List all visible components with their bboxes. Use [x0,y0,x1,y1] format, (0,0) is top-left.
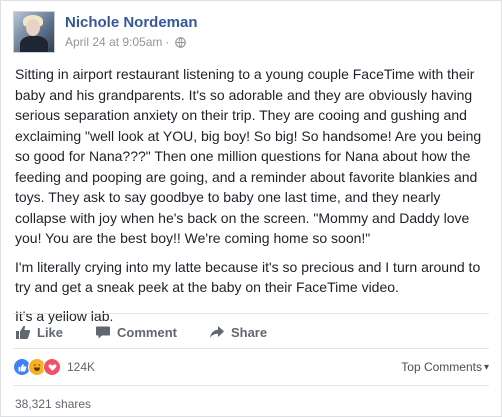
share-button[interactable]: Share [209,324,267,340]
love-reaction-icon [43,358,61,376]
thumbs-up-icon [16,325,31,339]
like-button[interactable]: Like [15,324,63,340]
post-body: Sitting in airport restaurant listening … [15,64,493,334]
post-header: Nichole Nordeman April 24 at 9:05am · [13,11,198,55]
share-arrow-icon [209,326,224,338]
reaction-bar: 124K Top Comments ▾ [13,358,489,376]
meta-separator: · [165,35,170,49]
chevron-down-icon: ▾ [483,361,489,373]
post-timestamp[interactable]: April 24 at 9:05am [65,35,162,49]
comment-icon [96,326,111,339]
post-paragraph: Sitting in airport restaurant listening … [15,66,482,246]
author-name[interactable]: Nichole Nordeman [65,14,198,31]
divider [13,385,489,386]
like-label: Like [37,324,64,340]
comment-sort-label: Top Comments [401,360,482,374]
post-subline: April 24 at 9:05am · [65,35,198,49]
post-paragraph: I'm literally crying into my latte becau… [15,258,481,296]
divider [13,313,489,314]
facebook-post-card: Nichole Nordeman April 24 at 9:05am · Si… [0,0,502,417]
comment-button[interactable]: Comment [95,324,177,340]
comment-label: Comment [117,324,177,340]
post-actions: Like Comment Share [15,322,299,342]
share-count[interactable]: 38,321 shares [15,397,91,411]
post-meta: Nichole Nordeman April 24 at 9:05am · [65,11,198,55]
author-avatar[interactable] [13,11,55,53]
globe-icon[interactable] [175,36,187,48]
reaction-count[interactable]: 124K [67,360,95,374]
share-label: Share [230,324,268,340]
comment-sort-dropdown[interactable]: Top Comments ▾ [401,360,489,374]
divider [13,348,489,349]
reaction-icons[interactable] [13,358,61,376]
